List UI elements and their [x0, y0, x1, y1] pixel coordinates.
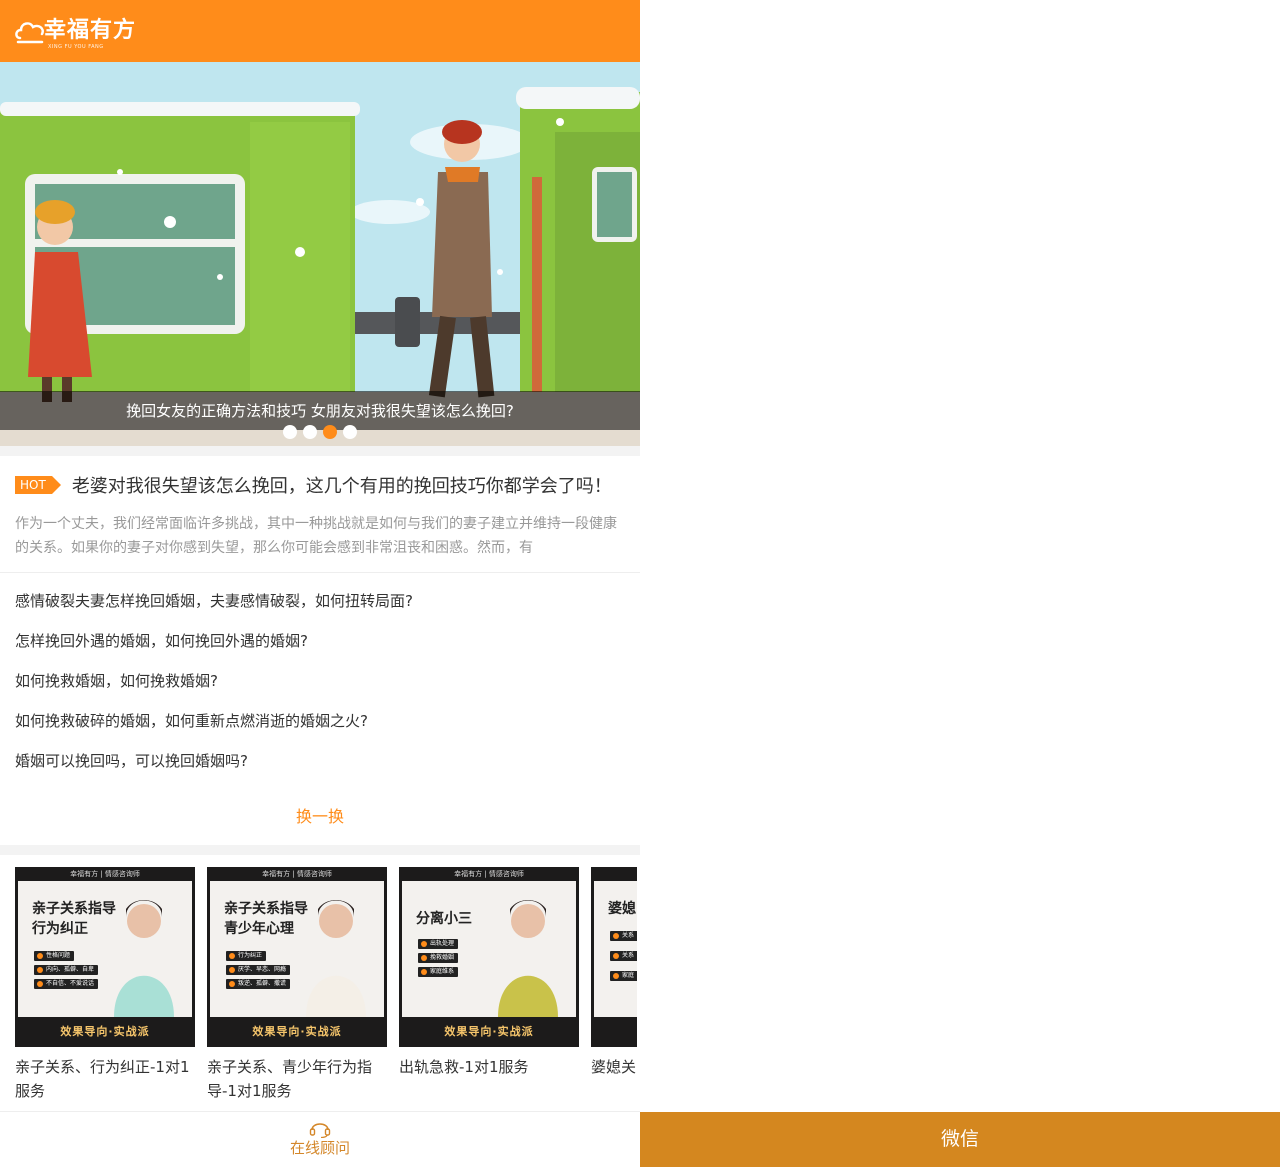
service-card[interactable]: 幸福有方 | 情感咨询师 分离小三 出轨处理 挽救婚姻 家庭维系 效果导向·实战… [399, 867, 579, 1103]
service-name[interactable]: 出轨急救-1对1服务 [399, 1055, 579, 1079]
service-name[interactable]: 婆媳关 [591, 1055, 637, 1079]
carousel-dot[interactable] [323, 425, 337, 439]
banner-image [0, 62, 640, 446]
service-card-image: 幸福有方 | 情感咨询师 分离小三 出轨处理 挽救婚姻 家庭维系 效果导向·实战… [399, 867, 579, 1047]
carousel-dots [0, 425, 640, 439]
service-chip: 叛逆、孤僻、撒谎 [226, 979, 291, 989]
service-name[interactable]: 亲子关系、行为纠正-1对1服务 [15, 1055, 195, 1103]
service-chip: 家庭 [610, 971, 637, 981]
service-card-top: 幸福有方 | 情感咨询师 [454, 870, 524, 878]
service-name[interactable]: 亲子关系、青少年行为指导-1对1服务 [207, 1055, 387, 1103]
mobile-view: 幸福有方 XING FU YOU FANG 挽回女友的正确方法和技巧 女朋友对我… [0, 0, 640, 1167]
swap-button[interactable]: 换一换 [0, 781, 640, 845]
service-chip: 性格问题 [34, 951, 75, 961]
service-card[interactable]: 婆媳 关系 关系 家庭 婆媳关 [591, 867, 637, 1103]
service-card-panel: 婆媳 关系 关系 家庭 [594, 881, 637, 1017]
list-item[interactable]: 如何挽救婚姻，如何挽救婚姻? [15, 661, 625, 701]
service-card-top: 幸福有方 | 情感咨询师 [70, 870, 140, 878]
logo-cloud-icon [15, 22, 44, 44]
service-chip: 出轨处理 [418, 939, 459, 949]
service-chip: 内向、孤僻、自卑 [34, 965, 99, 975]
service-chip: 不自信、不爱说话 [34, 979, 99, 989]
service-card-image: 婆媳 关系 关系 家庭 [591, 867, 637, 1047]
list-item[interactable]: 怎样挽回外遇的婚姻，如何挽回外遇的婚姻? [15, 621, 625, 661]
hot-article-title[interactable]: 老婆对我很失望该怎么挽回，这几个有用的挽回技巧你都学会了吗！ [72, 472, 612, 498]
logo[interactable]: 幸福有方 XING FU YOU FANG [14, 12, 136, 50]
counselor-photo [498, 900, 558, 1017]
wechat-button[interactable]: 微信 [640, 1112, 1280, 1167]
carousel-dot[interactable] [343, 425, 357, 439]
headset-icon [309, 1123, 331, 1138]
hot-article[interactable]: HOT 老婆对我很失望该怎么挽回，这几个有用的挽回技巧你都学会了吗！ 作为一个丈… [0, 456, 640, 573]
page: 幸福有方 XING FU YOU FANG 挽回女友的正确方法和技巧 女朋友对我… [0, 0, 1280, 1167]
service-card-slogan: 效果导向·实战派 [60, 1025, 150, 1038]
service-chip: 关系 [610, 931, 637, 941]
article-list: 感情破裂夫妻怎样挽回婚姻，夫妻感情破裂，如何扭转局面? 怎样挽回外遇的婚姻，如何… [0, 573, 640, 781]
list-item[interactable]: 如何挽救破碎的婚姻，如何重新点燃消逝的婚姻之火? [15, 701, 625, 741]
service-card[interactable]: 幸福有方 | 情感咨询师 亲子关系指导 青少年心理 行为纠正 厌学、早恋、网瘾 叛… [207, 867, 387, 1103]
carousel-dot[interactable] [303, 425, 317, 439]
section-divider [0, 845, 640, 855]
service-card-image: 幸福有方 | 情感咨询师 亲子关系指导 行为纠正 性格问题 内向、孤僻、自卑 不自… [15, 867, 195, 1047]
service-card-slogan: 效果导向·实战派 [252, 1025, 342, 1038]
banner-carousel[interactable]: 挽回女友的正确方法和技巧 女朋友对我很失望该怎么挽回? [0, 62, 640, 446]
header: 幸福有方 XING FU YOU FANG [0, 0, 640, 62]
service-chip: 家庭维系 [418, 967, 459, 977]
service-card-panel: 亲子关系指导 青少年心理 行为纠正 厌学、早恋、网瘾 叛逆、孤僻、撒谎 [210, 881, 384, 1017]
counselor-photo [306, 900, 366, 1017]
service-card-image: 幸福有方 | 情感咨询师 亲子关系指导 青少年心理 行为纠正 厌学、早恋、网瘾 叛… [207, 867, 387, 1047]
hot-title-row: HOT 老婆对我很失望该怎么挽回，这几个有用的挽回技巧你都学会了吗！ [15, 472, 625, 498]
service-card[interactable]: 幸福有方 | 情感咨询师 亲子关系指导 行为纠正 性格问题 内向、孤僻、自卑 不自… [15, 867, 195, 1103]
service-card-top: 幸福有方 | 情感咨询师 [262, 870, 332, 878]
service-chip: 关系 [610, 951, 637, 961]
service-headline: 婆媳 [608, 901, 636, 917]
logo-subtext: XING FU YOU FANG [48, 44, 104, 50]
services-row: 幸福有方 | 情感咨询师 亲子关系指导 行为纠正 性格问题 内向、孤僻、自卑 不自… [15, 867, 637, 1103]
service-card-panel: 亲子关系指导 行为纠正 性格问题 内向、孤僻、自卑 不自信、不爱说话 [18, 881, 192, 1017]
online-advisor-label: 在线顾问 [289, 1139, 350, 1157]
service-chip: 行为纠正 [226, 951, 267, 961]
service-chip: 厌学、早恋、网瘾 [226, 965, 291, 975]
services-carousel[interactable]: 幸福有方 | 情感咨询师 亲子关系指导 行为纠正 性格问题 内向、孤僻、自卑 不自… [0, 855, 640, 1135]
carousel-dot[interactable] [283, 425, 297, 439]
service-headline: 分离小三 [416, 911, 472, 927]
counselor-photo [114, 900, 174, 1017]
service-card-slogan: 效果导向·实战派 [444, 1025, 534, 1038]
section-divider [0, 446, 640, 456]
list-item[interactable]: 感情破裂夫妻怎样挽回婚姻，夫妻感情破裂，如何扭转局面? [15, 581, 625, 621]
service-card-panel: 分离小三 出轨处理 挽救婚姻 家庭维系 [402, 881, 576, 1017]
list-item[interactable]: 婚姻可以挽回吗，可以挽回婚姻吗? [15, 741, 625, 781]
hot-badge: HOT [15, 476, 61, 494]
online-advisor-button[interactable]: 在线顾问 [0, 1111, 640, 1167]
service-chip: 挽救婚姻 [418, 953, 459, 963]
logo-text: 幸福有方 [44, 18, 137, 43]
hot-article-summary: 作为一个丈夫，我们经常面临许多挑战，其中一种挑战就是如何与我们的妻子建立并维持一… [15, 516, 617, 556]
